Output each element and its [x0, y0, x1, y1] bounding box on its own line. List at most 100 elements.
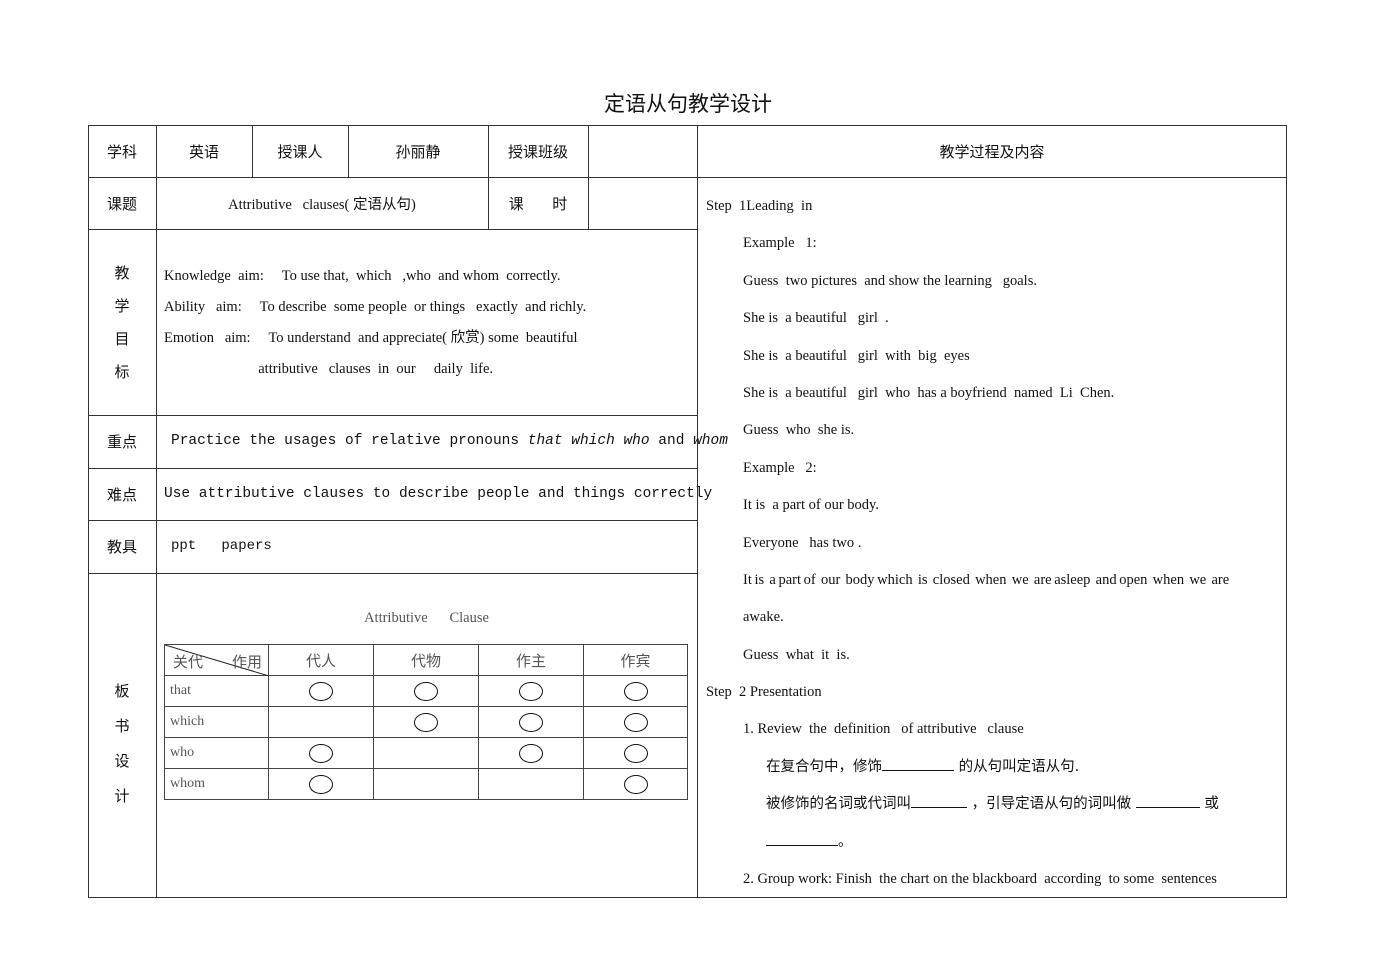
chart-cell	[373, 737, 479, 769]
process-line: She is a beautiful girl who has a boyfri…	[743, 384, 1115, 401]
circle-mark-icon	[519, 681, 543, 701]
board-label-char: 计	[114, 786, 130, 805]
circle-mark-icon	[309, 774, 333, 794]
topic-value: Attributive clauses( 定语从句)	[228, 196, 416, 213]
circle-mark-icon	[519, 743, 543, 763]
fill-in-text: 被修饰的名词或代词叫	[766, 796, 911, 813]
corner-right: 作用	[231, 653, 262, 671]
chart-cell	[478, 675, 584, 707]
difficulty-label: 难点	[106, 485, 137, 504]
teacher-label: 授课人	[277, 142, 323, 161]
board-label-char: 板	[114, 681, 130, 700]
goals-label-char: 标	[114, 363, 130, 381]
chart-cell	[373, 706, 479, 738]
blank-field[interactable]	[766, 831, 838, 846]
goals-label-char: 学	[114, 297, 130, 315]
chart-cell	[268, 768, 374, 800]
column-header: 代人	[268, 644, 374, 676]
key-point-label: 重点	[106, 433, 137, 451]
divider	[88, 229, 697, 230]
fill-in-line: 被修饰的名词或代词叫 ，引导定语从句的词叫做 或	[706, 786, 1281, 823]
column-header: 作宾	[583, 644, 688, 676]
board-label-char: 设	[114, 751, 130, 770]
chart-row: that	[164, 675, 688, 707]
aids-value: ppt papers	[171, 538, 272, 554]
chart-cell	[478, 706, 584, 738]
board-label: 板 书 设 计	[88, 573, 156, 898]
chart-cell	[583, 675, 688, 707]
blank-field[interactable]	[882, 756, 954, 771]
goals-label: 教 学 目 标	[88, 229, 156, 415]
pronoun-label: which	[164, 706, 269, 738]
knowledge-aim: Knowledge aim: To use that, which ,who a…	[164, 268, 561, 284]
circle-mark-icon	[309, 743, 333, 763]
corner-left: 关代	[173, 653, 204, 671]
class-label: 授课班级	[507, 142, 568, 161]
class-value	[588, 125, 697, 177]
subject-label: 学科	[106, 142, 137, 161]
blank-field[interactable]	[1135, 793, 1200, 809]
pronoun-label: that	[164, 675, 269, 707]
chart-row: whom	[164, 768, 688, 800]
fill-in-text: ，引导定语从句的词叫做	[967, 796, 1136, 813]
chart-cell	[478, 768, 584, 800]
process-line: Guess what it is.	[743, 646, 850, 663]
process-line: Everyone has two .	[743, 534, 862, 551]
process-line: She is a beautiful girl with big eyes	[743, 347, 970, 364]
column-header: 作主	[478, 644, 584, 676]
key-point-and: and	[649, 433, 694, 449]
hours-value	[588, 177, 697, 229]
chart-cell	[268, 706, 374, 738]
topic-label: 课题	[106, 194, 137, 213]
goals-label-char: 教	[114, 264, 130, 282]
fill-in-text: 在复合句中，修饰	[766, 758, 882, 775]
chart-cell	[268, 675, 374, 707]
fill-in-text: 。	[838, 833, 853, 850]
circle-mark-icon	[414, 681, 438, 701]
chart-cell	[583, 768, 688, 800]
circle-mark-icon	[309, 681, 333, 701]
process-line: She is a beautiful girl .	[743, 310, 889, 327]
process-header: 教学过程及内容	[939, 142, 1045, 161]
difficulty-value: Use attributive clauses to describe peop…	[164, 486, 713, 502]
step-heading: Step 1Leading in	[706, 198, 813, 214]
process-line: awake.	[743, 609, 784, 626]
subject-value: 英语	[188, 142, 219, 161]
blank-field[interactable]	[911, 793, 967, 809]
teaching-goals: Knowledge aim: To use that, which ,who a…	[164, 261, 694, 385]
step-heading: Step 2 Presentation	[706, 684, 822, 701]
chart-cell	[373, 675, 479, 707]
chart-cell	[478, 737, 584, 769]
process-line: It is a part of our body which is closed…	[743, 571, 1230, 588]
example-heading: Example 1:	[743, 235, 817, 252]
process-line: Guess who she is.	[743, 422, 855, 439]
document-title: 定语从句教学设计	[604, 92, 772, 116]
key-point-text: Practice the usages of relative pronouns	[171, 433, 528, 449]
divider	[156, 177, 157, 898]
goals-label-char: 目	[114, 330, 130, 348]
key-point-pronouns: that which who	[527, 433, 650, 449]
emotion-aim-continued: attributive clauses in our daily life.	[164, 361, 494, 377]
circle-mark-icon	[623, 743, 648, 763]
circle-mark-icon	[414, 712, 438, 732]
example-heading: Example 2:	[743, 459, 817, 476]
fill-in-text: 或	[1199, 796, 1219, 813]
chart-row: who	[164, 737, 688, 769]
key-point-value: Practice the usages of relative pronouns…	[171, 415, 728, 468]
board-caption: Attributive Clause	[364, 610, 489, 626]
ability-aim: Ability aim: To describe some people or …	[164, 299, 587, 315]
aids-label: 教具	[106, 538, 137, 556]
divider	[697, 125, 698, 898]
circle-mark-icon	[519, 712, 543, 732]
teaching-process: Step 1Leading in Example 1: Guess two pi…	[706, 188, 1281, 898]
chart-cell	[583, 706, 688, 738]
chart-cell	[583, 737, 688, 769]
divider	[88, 573, 697, 574]
emotion-aim: Emotion aim: To understand and appreciat…	[164, 330, 578, 346]
pronoun-usage-chart: 关代 作用 代人 代物 作主 作宾 that which who whom	[164, 644, 688, 800]
chart-cell	[268, 737, 374, 769]
circle-mark-icon	[623, 712, 648, 732]
process-line: It is a part of our body.	[743, 497, 879, 514]
fill-in-line: 。	[706, 824, 1281, 861]
hours-label: 课 时	[508, 194, 568, 213]
